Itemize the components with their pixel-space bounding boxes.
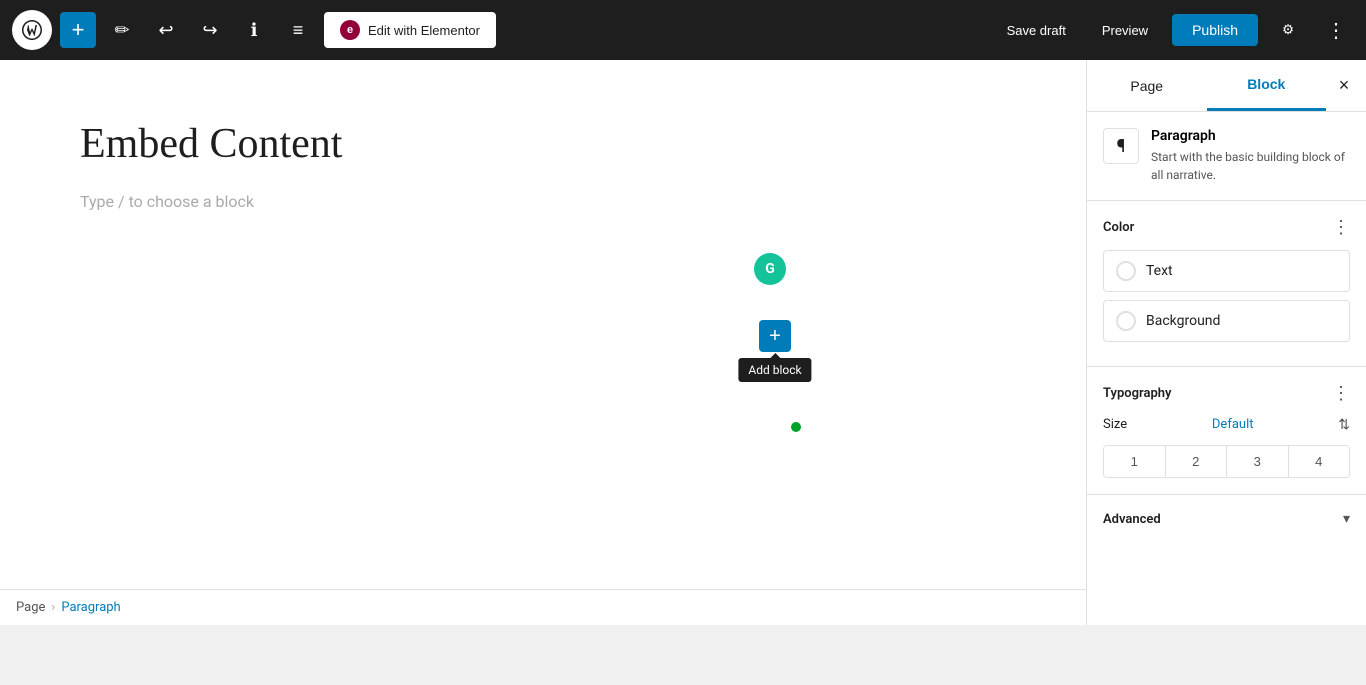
advanced-section-title: Advanced <box>1103 512 1161 527</box>
edit-pen-button[interactable]: ✏ <box>104 12 140 48</box>
block-placeholder[interactable]: Type / to choose a block <box>80 192 1006 211</box>
typography-section-title: Typography <box>1103 386 1172 401</box>
redo-icon: ↪ <box>202 20 217 41</box>
tab-page[interactable]: Page <box>1087 62 1207 110</box>
elementor-icon: e <box>340 20 360 40</box>
sidebar-close-button[interactable]: × <box>1326 68 1362 104</box>
tab-block[interactable]: Block <box>1207 60 1327 111</box>
settings-button[interactable]: ⚙ <box>1270 12 1306 48</box>
main-toolbar: + ✏ ↩ ↪ ℹ ≡ e Edit with Elementor Save d… <box>0 0 1366 60</box>
breadcrumb-current[interactable]: Paragraph <box>61 600 120 615</box>
edit-with-elementor-button[interactable]: e Edit with Elementor <box>324 12 496 48</box>
info-icon: ℹ <box>251 20 258 41</box>
info-button[interactable]: ℹ <box>236 12 272 48</box>
paragraph-block-icon: ¶ <box>1103 128 1139 164</box>
wordpress-logo[interactable] <box>12 10 52 50</box>
advanced-section: Advanced ▾ <box>1087 495 1366 543</box>
add-block-button[interactable]: + <box>759 320 791 352</box>
list-icon: ≡ <box>293 20 304 41</box>
typography-section-header: Typography ⋮ <box>1103 383 1350 404</box>
color-section: Color ⋮ Text Background <box>1087 201 1366 367</box>
add-block-toolbar-button[interactable]: + <box>60 12 96 48</box>
elementor-button-label: Edit with Elementor <box>368 23 480 38</box>
size-button-4[interactable]: 4 <box>1289 446 1350 477</box>
block-info-section: ¶ Paragraph Start with the basic buildin… <box>1087 112 1366 201</box>
status-dot <box>791 422 801 432</box>
plus-icon: + <box>72 17 85 43</box>
undo-icon: ↩ <box>158 20 173 41</box>
color-more-button[interactable]: ⋮ <box>1332 217 1350 238</box>
sidebar-tabs: Page Block × <box>1087 60 1366 112</box>
size-button-2[interactable]: 2 <box>1166 446 1228 477</box>
typography-more-button[interactable]: ⋮ <box>1332 383 1350 404</box>
size-buttons-group: 1 2 3 4 <box>1103 445 1350 478</box>
text-color-option[interactable]: Text <box>1103 250 1350 292</box>
size-label: Size <box>1103 417 1127 432</box>
pen-icon: ✏ <box>114 20 129 41</box>
more-options-button[interactable]: ⋮ <box>1318 12 1354 48</box>
chevron-down-icon: ▾ <box>1343 511 1350 527</box>
list-view-button[interactable]: ≡ <box>280 12 316 48</box>
undo-button[interactable]: ↩ <box>148 12 184 48</box>
breadcrumb-separator: › <box>51 600 55 615</box>
page-title: Embed Content <box>80 120 1006 168</box>
text-color-label: Text <box>1146 263 1173 279</box>
gear-icon: ⚙ <box>1282 22 1294 38</box>
redo-button[interactable]: ↪ <box>192 12 228 48</box>
text-color-circle <box>1116 261 1136 281</box>
background-color-option[interactable]: Background <box>1103 300 1350 342</box>
block-name: Paragraph <box>1151 128 1350 144</box>
add-block-area: + Add block <box>759 320 791 352</box>
color-section-header: Color ⋮ <box>1103 217 1350 238</box>
add-block-tooltip: Add block <box>738 358 811 382</box>
add-block-plus-icon: + <box>769 325 781 348</box>
background-color-circle <box>1116 311 1136 331</box>
sidebar-panel: Page Block × ¶ Paragraph Start with the … <box>1086 60 1366 625</box>
size-controls-button[interactable]: ⇅ <box>1338 416 1350 433</box>
save-draft-button[interactable]: Save draft <box>995 15 1078 46</box>
publish-button[interactable]: Publish <box>1172 14 1258 46</box>
size-row: Size Default ⇅ <box>1103 416 1350 433</box>
ellipsis-icon: ⋮ <box>1326 18 1346 43</box>
size-button-1[interactable]: 1 <box>1104 446 1166 477</box>
grammarly-icon: G <box>754 253 786 285</box>
breadcrumb-page: Page <box>16 600 45 615</box>
block-info-text: Paragraph Start with the basic building … <box>1151 128 1350 184</box>
color-section-title: Color <box>1103 220 1134 235</box>
main-layout: Embed Content Type / to choose a block G… <box>0 60 1366 625</box>
typography-section: Typography ⋮ Size Default ⇅ 1 2 3 4 <box>1087 367 1366 495</box>
breadcrumb: Page › Paragraph <box>0 589 1086 625</box>
preview-button[interactable]: Preview <box>1090 15 1160 46</box>
toolbar-right-actions: Save draft Preview Publish ⚙ ⋮ <box>995 12 1354 48</box>
background-color-label: Background <box>1146 313 1220 329</box>
block-description: Start with the basic building block of a… <box>1151 148 1350 184</box>
size-default-value: Default <box>1212 417 1254 432</box>
editor-area[interactable]: Embed Content Type / to choose a block G… <box>0 60 1086 625</box>
size-button-3[interactable]: 3 <box>1227 446 1289 477</box>
advanced-header[interactable]: Advanced ▾ <box>1103 511 1350 527</box>
